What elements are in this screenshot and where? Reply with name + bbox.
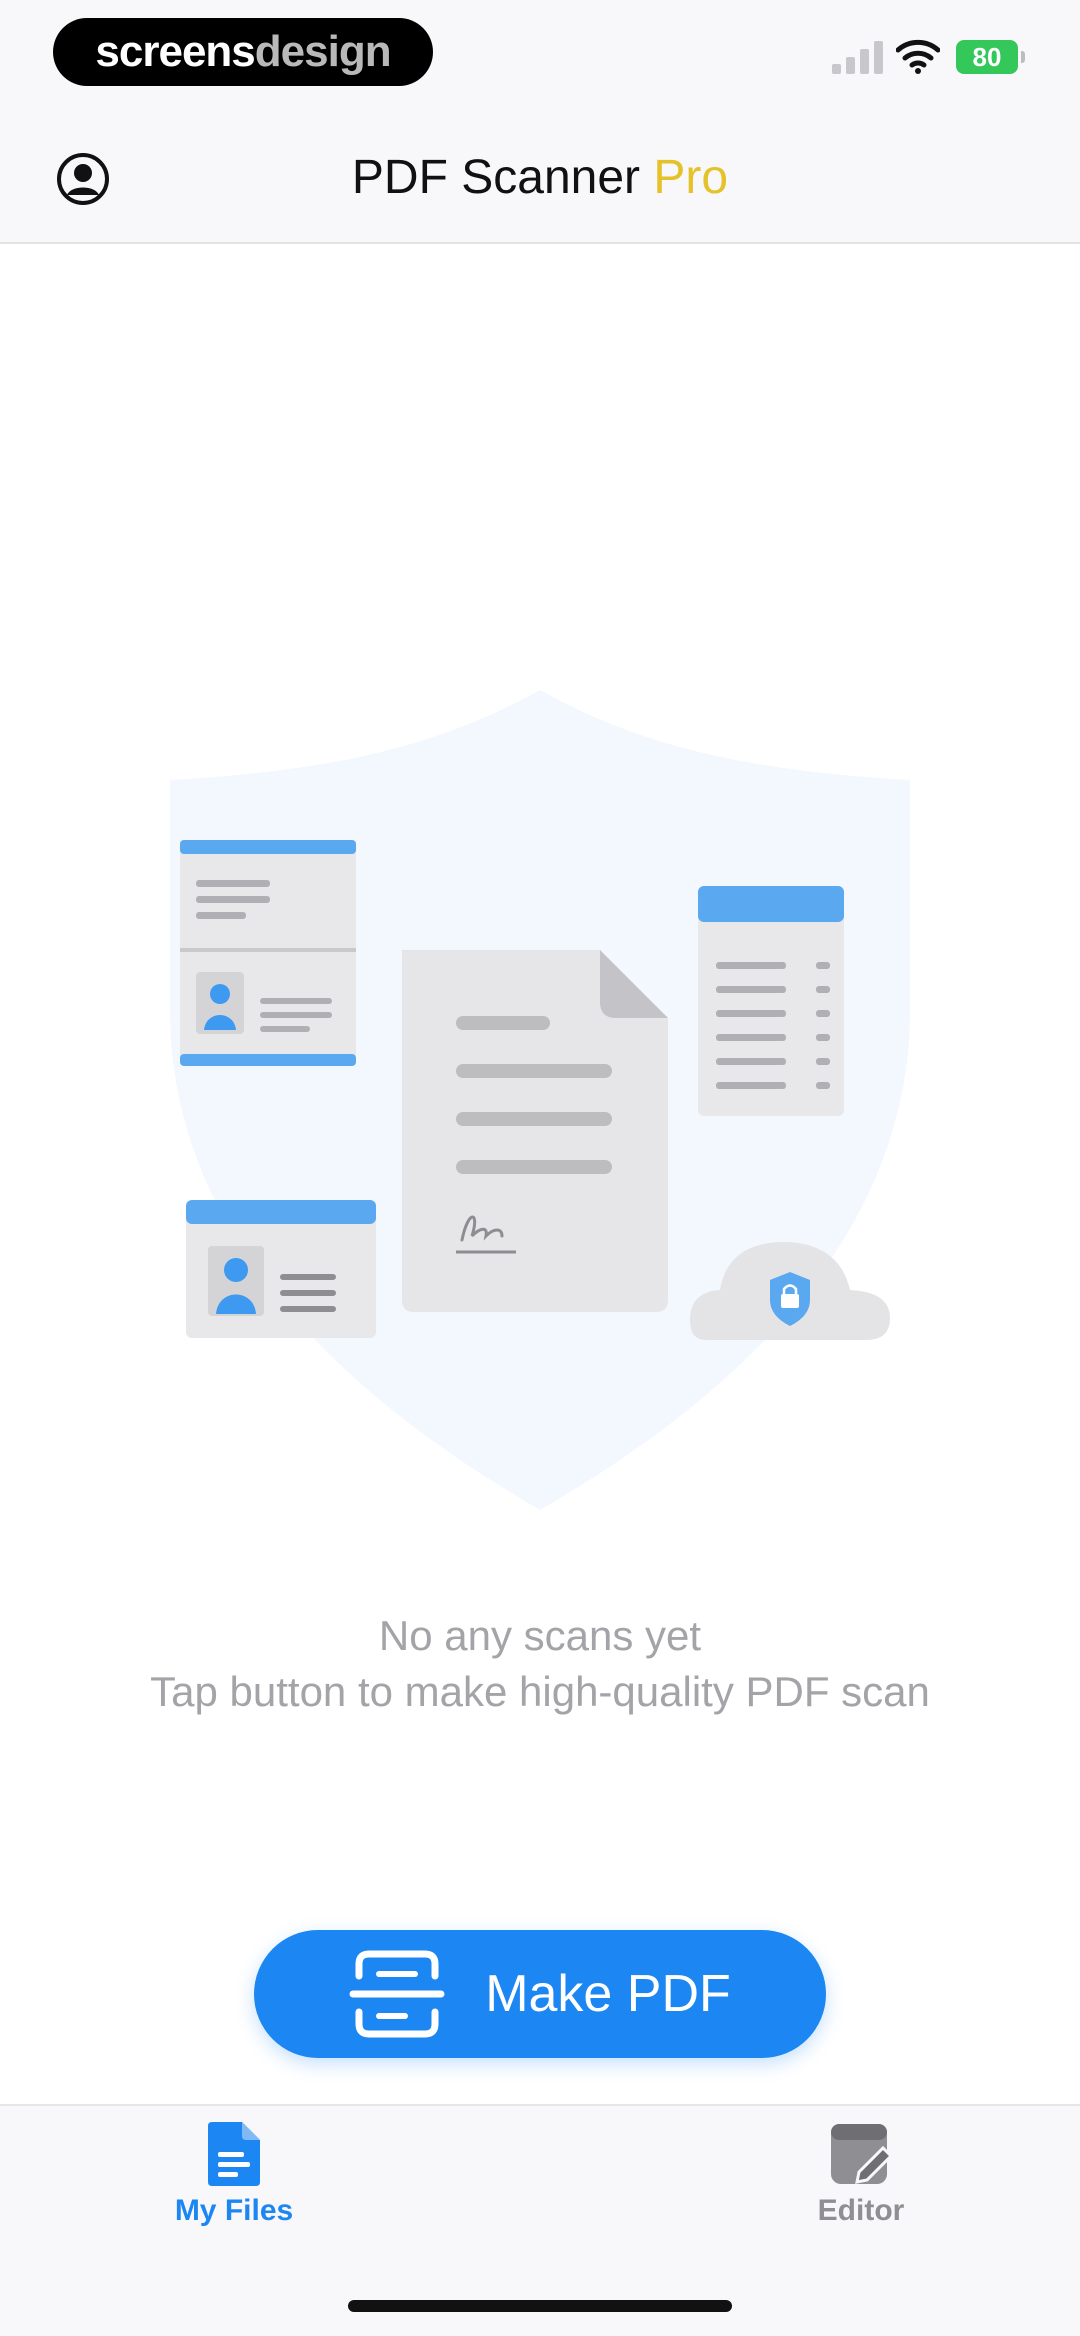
empty-state-illustration (170, 690, 910, 1510)
home-indicator[interactable] (348, 2300, 732, 2312)
tab-my-files-label: My Files (174, 2194, 294, 2227)
id-card-icon (186, 1200, 376, 1338)
list-document-icon (698, 886, 844, 1116)
make-pdf-button[interactable]: Make PDF (254, 1930, 826, 2058)
wifi-icon (896, 39, 940, 74)
id-card-document-icon (180, 840, 356, 1066)
title-pro-badge: Pro (653, 151, 729, 204)
title-main: PDF Scanner (351, 151, 641, 204)
battery-level: 80 (972, 41, 1002, 72)
brand-badge: screens design (53, 18, 433, 86)
page-title: PDF Scanner Pro (0, 150, 1080, 205)
battery-indicator: 80 (956, 40, 1025, 74)
status-bar: screens design 80 (0, 0, 1080, 110)
tab-my-files[interactable]: My Files (134, 2122, 334, 2228)
edit-document-icon (831, 2124, 893, 2184)
make-pdf-label: Make PDF (485, 1965, 731, 2023)
tab-editor[interactable]: Editor (761, 2122, 961, 2228)
empty-state-title: No any scans yet (378, 1612, 702, 1659)
empty-state-subtitle: Tap button to make high-quality PDF scan (150, 1668, 930, 1715)
navigation-bar: PDF Scanner Pro (0, 110, 1080, 244)
document-icon (208, 2122, 260, 2186)
tab-editor-label: Editor (817, 2194, 905, 2227)
signed-document-icon (402, 950, 668, 1312)
scan-document-icon (349, 1950, 445, 2038)
cellular-signal-icon (832, 41, 883, 74)
brand-text-part2: design (254, 27, 392, 76)
brand-text-part1: screens (95, 27, 255, 76)
